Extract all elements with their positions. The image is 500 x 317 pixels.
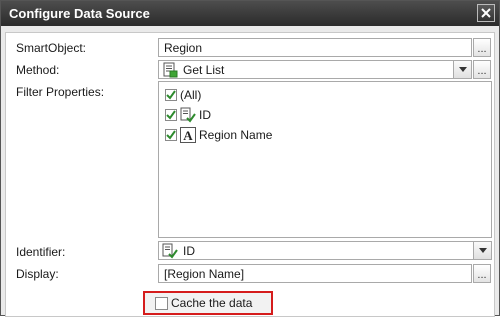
method-browse-button[interactable]: ... xyxy=(473,60,491,79)
method-value: Get List xyxy=(183,62,225,77)
filter-all-checkbox[interactable] xyxy=(165,89,177,101)
identifier-dropdown-arrow[interactable] xyxy=(473,242,491,259)
display-browse-button[interactable]: ... xyxy=(473,264,491,283)
title-bar: Configure Data Source xyxy=(1,1,499,26)
properties-panel: SmartObject: Region ... Method: Get List… xyxy=(5,32,495,317)
identifier-dropdown[interactable]: ID xyxy=(158,241,492,260)
identifier-label: Identifier: xyxy=(16,245,66,259)
svg-text:A: A xyxy=(183,128,193,143)
cache-highlight: Cache the data xyxy=(143,291,273,315)
close-button[interactable] xyxy=(477,4,495,22)
close-icon xyxy=(481,8,491,18)
filter-properties-list[interactable]: (All) ID A Region Name xyxy=(158,81,492,238)
chevron-down-icon xyxy=(478,248,487,253)
filter-item-label: Region Name xyxy=(199,128,273,142)
cache-data-checkbox[interactable] xyxy=(155,296,168,310)
checkmark-icon xyxy=(166,130,176,140)
filter-item-label: (All) xyxy=(180,88,202,102)
smartobject-browse-button[interactable]: ... xyxy=(473,38,491,57)
filter-id-checkbox[interactable] xyxy=(165,109,177,121)
smartobject-value: Region xyxy=(164,40,203,55)
method-dropdown-arrow[interactable] xyxy=(453,61,471,78)
method-label: Method: xyxy=(16,63,60,77)
smartobject-field[interactable]: Region xyxy=(158,38,472,57)
smartobject-label: SmartObject: xyxy=(16,41,87,55)
filter-region-name-checkbox[interactable] xyxy=(165,129,177,141)
checkmark-icon xyxy=(166,110,176,120)
cache-option[interactable]: Cache the data xyxy=(155,296,252,310)
identifier-value: ID xyxy=(183,243,195,258)
filter-item-id[interactable]: ID xyxy=(165,107,211,123)
list-method-icon xyxy=(163,62,178,77)
configure-data-source-dialog: Configure Data Source SmartObject: Regio… xyxy=(0,0,500,317)
checkmark-icon xyxy=(166,90,176,100)
display-value: [Region Name] xyxy=(164,266,245,281)
filter-properties-label: Filter Properties: xyxy=(16,85,105,99)
display-label: Display: xyxy=(16,267,59,281)
dialog-title: Configure Data Source xyxy=(9,6,150,21)
method-dropdown[interactable]: Get List xyxy=(158,60,472,79)
filter-item-region-name[interactable]: A Region Name xyxy=(165,127,272,143)
filter-item-all[interactable]: (All) xyxy=(165,87,201,103)
filter-item-label: ID xyxy=(199,108,211,122)
key-property-icon xyxy=(180,107,196,123)
chevron-down-icon xyxy=(458,67,467,72)
key-property-icon xyxy=(162,243,178,259)
text-property-icon: A xyxy=(180,127,196,143)
cache-data-label: Cache the data xyxy=(171,296,253,310)
display-field[interactable]: [Region Name] xyxy=(158,264,472,283)
